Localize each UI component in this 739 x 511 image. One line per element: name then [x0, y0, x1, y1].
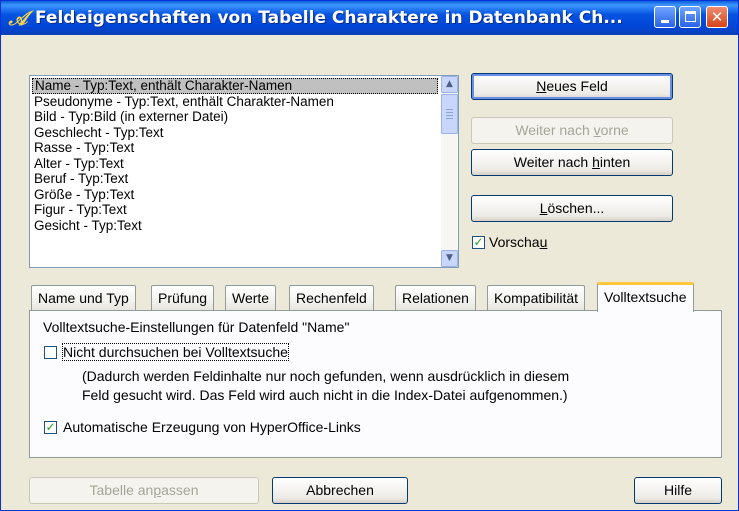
list-item[interactable]: Beruf - Typ:Text	[32, 171, 438, 187]
list-item[interactable]: Gesicht - Typ:Text	[32, 218, 438, 234]
exclude-note-line-2: Feld gesucht wird. Das Feld wird auch ni…	[82, 387, 568, 403]
move-down-button[interactable]: Weiter nach hinten	[471, 149, 673, 176]
scroll-up-button[interactable]: ▲	[441, 76, 458, 93]
chevron-down-icon: ▼	[446, 253, 453, 263]
tab-volltextsuche[interactable]: Volltextsuche	[597, 282, 694, 312]
list-item[interactable]: Alter - Typ:Text	[32, 156, 438, 172]
list-scrollbar[interactable]: ▲ ▼	[441, 76, 458, 267]
minimize-button[interactable]	[654, 6, 676, 28]
button-label: Weiter nach	[513, 154, 593, 170]
hyperoffice-icon: 𝒜	[8, 6, 28, 30]
button-label: orne	[600, 122, 629, 138]
auto-links-label[interactable]: Automatische Erzeugung von HyperOffice-L…	[63, 419, 361, 435]
scroll-thumb[interactable]	[441, 94, 458, 134]
button-label: assen	[161, 482, 199, 498]
tab-name-und-typ[interactable]: Name und Typ	[31, 285, 136, 311]
accelerator-key: h	[592, 154, 600, 170]
button-label: Tabelle an	[89, 482, 154, 498]
move-up-button[interactable]: Weiter nach vorne	[471, 117, 673, 144]
tab-pruefung[interactable]: Prüfung	[151, 285, 215, 311]
list-item[interactable]: Bild - Typ:Bild (in externer Datei)	[32, 109, 438, 125]
maximize-button[interactable]	[679, 6, 701, 28]
maximize-icon	[685, 11, 696, 22]
field-list[interactable]: Name - Typ:Text, enthält Charakter-Namen…	[29, 75, 459, 268]
close-icon: ✕	[710, 8, 724, 26]
button-label: inten	[599, 154, 631, 170]
button-label: öschen...	[547, 200, 605, 216]
grip-icon	[442, 95, 457, 119]
auto-links-checkbox[interactable]: ✓	[44, 421, 57, 434]
list-item[interactable]: Figur - Typ:Text	[32, 202, 438, 218]
list-item[interactable]: Größe - Typ:Text	[32, 187, 438, 203]
tab-rechenfeld[interactable]: Rechenfeld	[289, 285, 374, 311]
exclude-fulltext-checkbox[interactable]	[44, 346, 57, 359]
cancel-button[interactable]: Abbrechen	[272, 477, 408, 504]
checkmark-icon: ✓	[473, 235, 484, 249]
volltextsuche-panel: Volltextsuche-Einstellungen für Datenfel…	[29, 310, 722, 458]
preview-label[interactable]: Vorschau	[489, 234, 547, 250]
accelerator-key: N	[536, 78, 547, 94]
adjust-table-button[interactable]: Tabelle anpassen	[29, 477, 259, 504]
new-field-button[interactable]: Neues Feld	[471, 73, 673, 100]
accelerator-key: v	[593, 122, 601, 138]
preview-checkbox[interactable]: ✓	[472, 236, 485, 249]
accelerator-key: p	[153, 482, 162, 498]
panel-heading: Volltextsuche-Einstellungen für Datenfel…	[43, 319, 350, 335]
checkmark-icon: ✓	[45, 420, 56, 434]
list-item[interactable]: Geschlecht - Typ:Text	[32, 125, 438, 141]
scroll-down-button[interactable]: ▼	[441, 250, 458, 267]
minimize-icon	[661, 20, 669, 23]
window-title: Feldeigenschaften von Tabelle Charaktere…	[35, 8, 623, 28]
dialog-window: 𝒜 Feldeigenschaften von Tabelle Charakte…	[0, 0, 739, 511]
list-item[interactable]: Rasse - Typ:Text	[32, 140, 438, 156]
label-text: Vorscha	[489, 234, 540, 250]
help-button[interactable]: Hilfe	[634, 477, 722, 504]
chevron-up-icon: ▲	[446, 79, 453, 89]
delete-button[interactable]: Löschen...	[471, 195, 673, 222]
tab-werte[interactable]: Werte	[225, 285, 277, 311]
tab-kompatibilitaet[interactable]: Kompatibilität	[487, 285, 586, 311]
tab-relationen[interactable]: Relationen	[395, 285, 476, 311]
button-label: Weiter nach	[515, 122, 594, 138]
exclude-fulltext-label[interactable]: Nicht durchsuchen bei Volltextsuche	[62, 343, 289, 361]
exclude-note-line-1: (Dadurch werden Feldinhalte nur noch gef…	[82, 368, 570, 384]
close-button[interactable]: ✕	[706, 6, 728, 28]
button-label: eues Feld	[546, 78, 608, 94]
accelerator-key: u	[539, 234, 548, 250]
list-item[interactable]: Name - Typ:Text, enthält Charakter-Namen	[32, 78, 438, 94]
title-bar[interactable]: 𝒜 Feldeigenschaften von Tabelle Charakte…	[1, 1, 738, 35]
list-item[interactable]: Pseudonyme - Typ:Text, enthält Charakter…	[32, 94, 438, 110]
